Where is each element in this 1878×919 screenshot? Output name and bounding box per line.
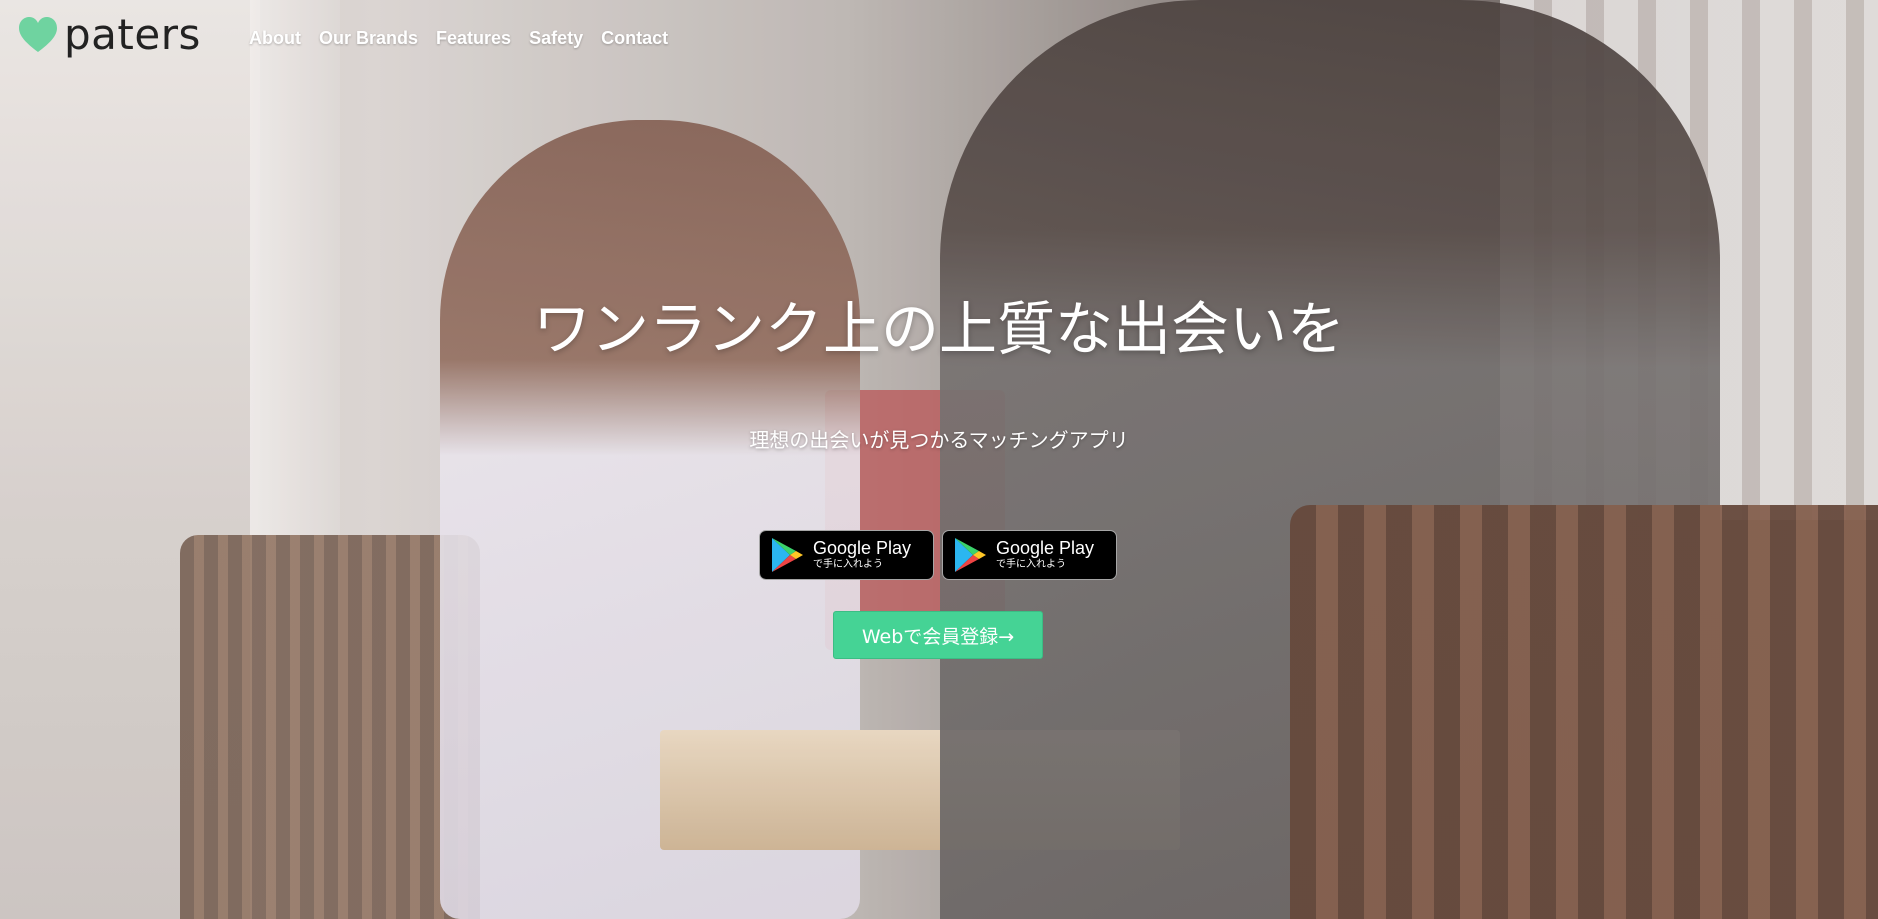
site-header: paters About Our Brands Features Safety … xyxy=(0,0,1878,80)
nav-item-contact[interactable]: Contact xyxy=(601,28,668,49)
badge-text: Google Play で手に入れよう xyxy=(996,539,1094,570)
badge-text: Google Play で手に入れよう xyxy=(813,539,911,570)
badge-title: Google Play xyxy=(996,538,1095,559)
store-badges: Google Play で手に入れよう Google Play で手に入れよう xyxy=(759,530,1117,580)
main-nav: About Our Brands Features Safety Contact xyxy=(249,28,668,49)
nav-item-our-brands[interactable]: Our Brands xyxy=(319,28,418,49)
nav-item-safety[interactable]: Safety xyxy=(529,28,583,49)
badge-title: Google Play xyxy=(813,538,912,559)
google-play-badge[interactable]: Google Play で手に入れよう xyxy=(759,530,934,580)
background-overlay xyxy=(0,0,1878,919)
google-play-badge-2[interactable]: Google Play で手に入れよう xyxy=(942,530,1117,580)
heart-icon xyxy=(19,17,57,52)
badge-subtitle: で手に入れよう xyxy=(813,559,883,571)
logo-text: paters xyxy=(64,10,201,59)
web-register-button[interactable]: Webで会員登録→ xyxy=(833,611,1043,659)
google-play-icon xyxy=(955,538,986,572)
hero-subheadline: 理想の出会いが見つかるマッチングアプリ xyxy=(749,428,1129,452)
badge-subtitle: で手に入れよう xyxy=(996,559,1066,571)
google-play-icon xyxy=(772,538,803,572)
hero-headline: ワンランク上の上質な出会いを xyxy=(532,295,1345,363)
hero-section: paters About Our Brands Features Safety … xyxy=(0,0,1878,919)
logo[interactable]: paters xyxy=(18,14,201,56)
nav-item-about[interactable]: About xyxy=(249,28,301,49)
nav-item-features[interactable]: Features xyxy=(436,28,511,49)
